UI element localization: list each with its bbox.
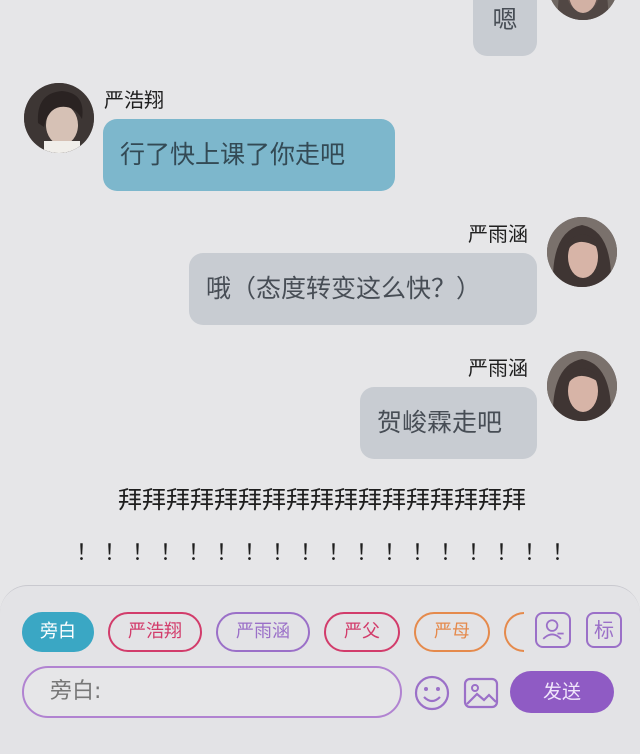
role-chip-narrator[interactable]: 旁白: [22, 612, 94, 652]
narration-text: ！！！！！！！！！！！！！！！！！！: [75, 541, 580, 566]
sender-avatar[interactable]: [24, 83, 94, 153]
sender-name: 严浩翔: [104, 88, 164, 112]
chat-screen: 嗯 严浩翔 行了快上课了你走吧 严雨涵 哦（态度转变这么快？） 严雨涵 贺峻霖走…: [0, 0, 640, 754]
contact-card-icon-glyph: [542, 619, 564, 640]
contact-card-icon[interactable]: [535, 612, 571, 648]
image-icon[interactable]: [462, 674, 500, 712]
sender-avatar[interactable]: [547, 217, 617, 287]
avatar-boy-image: [24, 83, 94, 153]
sender-avatar[interactable]: [547, 351, 617, 421]
avatar-girl-image: [547, 351, 617, 421]
message-bubble: 哦（态度转变这么快？）: [189, 253, 537, 325]
message-bubble: 行了快上课了你走吧: [103, 119, 395, 191]
role-chip-yan-yuhan[interactable]: 严雨涵: [216, 612, 310, 652]
avatar-girl-image: [548, 0, 618, 20]
narration-text: 拜拜拜拜拜拜拜拜拜拜拜拜拜拜拜拜拜: [118, 486, 526, 514]
sender-name: 严雨涵: [468, 222, 528, 246]
message-input[interactable]: 旁白:: [22, 666, 402, 718]
send-button[interactable]: 发送: [510, 671, 614, 713]
smiley-icon[interactable]: [413, 674, 451, 712]
role-chip-father[interactable]: 严父: [324, 612, 400, 652]
sender-name: 严雨涵: [468, 356, 528, 380]
message-bubble: 贺峻霖走吧: [360, 387, 537, 459]
tag-button[interactable]: 标: [586, 612, 622, 648]
sender-avatar[interactable]: [548, 0, 618, 20]
role-chip-mother[interactable]: 严母: [414, 612, 490, 652]
avatar-girl-image: [547, 217, 617, 287]
role-chip-yan-haoxiang[interactable]: 严浩翔: [108, 612, 202, 652]
message-bubble: 嗯: [473, 0, 537, 56]
